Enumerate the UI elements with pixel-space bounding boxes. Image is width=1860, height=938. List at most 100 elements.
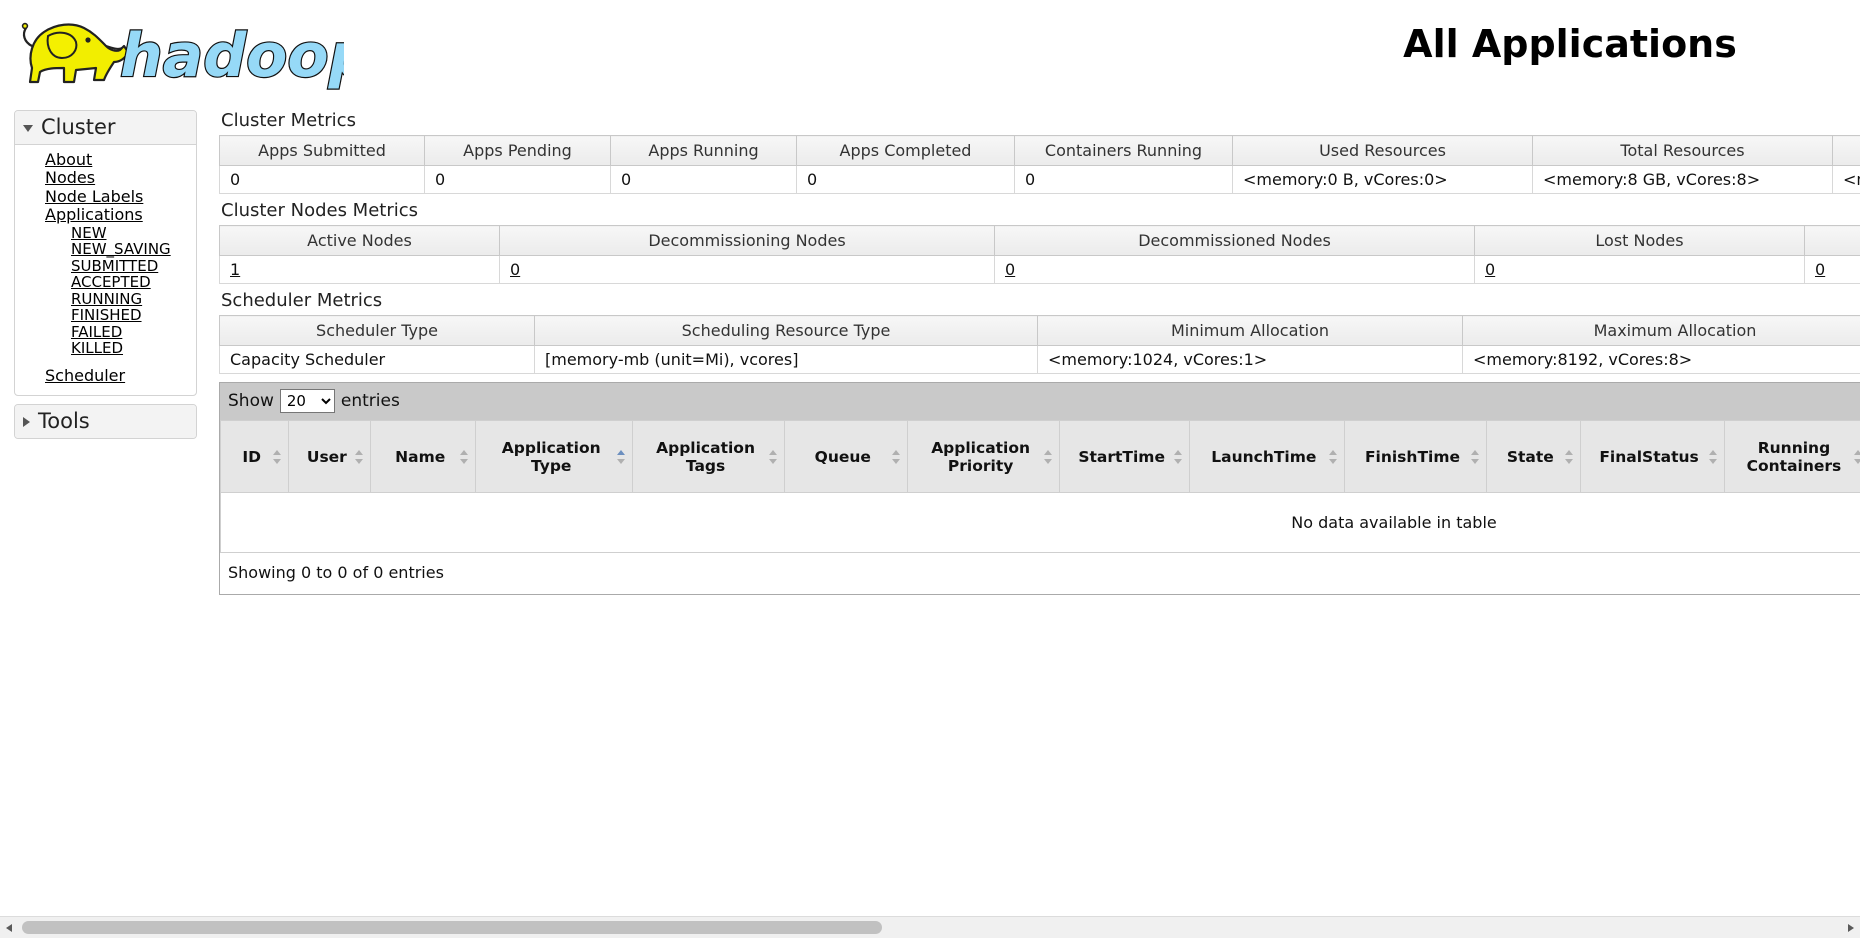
sidebar-item-state-failed[interactable]: FAILED	[15, 324, 196, 341]
sidebar-item-state-submitted[interactable]: SUBMITTED	[15, 258, 196, 275]
link-lost-nodes[interactable]: 0	[1485, 260, 1495, 279]
table-header-row: Active Nodes Decommissioning Nodes Decom…	[219, 225, 1860, 256]
link-decommissioned-nodes[interactable]: 0	[1005, 260, 1015, 279]
sort-icon	[355, 449, 365, 464]
col-starttime[interactable]: StartTime	[1059, 420, 1190, 493]
tools-panel-label: Tools	[38, 409, 90, 434]
col-running-containers[interactable]: Running Containers	[1723, 420, 1860, 493]
sidebar-item-applications[interactable]: Applications	[15, 205, 196, 224]
scrollbar-thumb[interactable]	[22, 921, 882, 934]
col-id[interactable]: ID	[219, 420, 290, 493]
cluster-panel-label: Cluster	[41, 115, 116, 139]
page-title: All Applications	[1403, 22, 1737, 66]
col-label: Name	[395, 447, 446, 466]
cell-minimum-allocation: <memory:1024, vCores:1>	[1037, 345, 1463, 374]
sort-icon	[768, 449, 779, 464]
col-reserved-resources: Reserved Resources	[1832, 135, 1860, 166]
col-application-tags[interactable]: Application Tags	[632, 420, 785, 493]
col-label: FinishTime	[1364, 447, 1460, 466]
sort-icon	[1708, 449, 1719, 464]
col-label: ID	[242, 447, 261, 466]
table-row: Capacity Scheduler [memory-mb (unit=Mi),…	[219, 345, 1860, 374]
col-label: User	[306, 447, 347, 466]
sort-icon	[1173, 449, 1184, 464]
sidebar-item-state-killed[interactable]: KILLED	[15, 340, 196, 357]
col-lost-nodes: Lost Nodes	[1474, 225, 1805, 256]
sidebar-item-state-finished[interactable]: FINISHED	[15, 307, 196, 324]
applications-datatable: Show 20 40 60 80 100 entries	[219, 382, 1860, 595]
cell-decommissioned-nodes: 0	[994, 255, 1475, 284]
scroll-left-button[interactable]	[0, 917, 18, 938]
cluster-panel-body: About Nodes Node Labels Applications NEW…	[15, 145, 196, 395]
col-user[interactable]: User	[288, 420, 372, 493]
sidebar-item-state-new[interactable]: NEW	[15, 225, 196, 242]
col-maximum-allocation: Maximum Allocation	[1462, 315, 1860, 346]
cluster-panel: Cluster About Nodes Node Labels Applicat…	[14, 110, 197, 397]
sort-icon	[460, 449, 470, 464]
col-label: FinalStatus	[1599, 447, 1699, 466]
datatable-length-control: Show 20 40 60 80 100 entries	[220, 383, 1860, 420]
sidebar-item-state-new-saving[interactable]: NEW_SAVING	[15, 241, 196, 258]
col-apps-submitted: Apps Submitted	[219, 135, 425, 166]
cell-active-nodes: 1	[219, 255, 500, 284]
sidebar-item-state-running[interactable]: RUNNING	[15, 291, 196, 308]
chevron-right-icon	[23, 416, 30, 427]
tools-panel: Tools	[14, 404, 197, 440]
cell-maximum-allocation: <memory:8192, vCores:8>	[1462, 345, 1860, 374]
cell-reserved-resources: <memory:0 B, vCores:0>	[1832, 165, 1860, 194]
sidebar-item-scheduler[interactable]: Scheduler	[15, 366, 196, 385]
sort-icon	[1044, 449, 1054, 464]
sort-icon	[1854, 449, 1860, 464]
sidebar-item-state-accepted[interactable]: ACCEPTED	[15, 274, 196, 291]
link-decommissioning-nodes[interactable]: 0	[510, 260, 520, 279]
cluster-panel-header[interactable]: Cluster	[15, 111, 196, 145]
sort-asc-icon	[617, 449, 627, 464]
applications-table: ID User Name Application Type Applicatio…	[219, 420, 1860, 553]
col-finishtime[interactable]: FinishTime	[1343, 420, 1488, 493]
col-label: LaunchTime	[1211, 447, 1317, 466]
cluster-metrics-table: Apps Submitted Apps Pending Apps Running…	[219, 135, 1860, 194]
link-unhealthy-nodes[interactable]: 0	[1815, 260, 1825, 279]
link-active-nodes[interactable]: 1	[230, 260, 240, 279]
col-apps-pending: Apps Pending	[424, 135, 611, 166]
entries-label: entries	[340, 391, 400, 411]
cell-apps-submitted: 0	[219, 165, 425, 194]
col-minimum-allocation: Minimum Allocation	[1037, 315, 1463, 346]
hadoop-logo[interactable]: hadoop	[14, 6, 344, 94]
sidebar-item-nodes[interactable]: Nodes	[15, 168, 196, 187]
entries-per-page-select[interactable]: 20 40 60 80 100	[279, 389, 335, 413]
col-application-priority[interactable]: Application Priority	[906, 420, 1061, 493]
col-scheduling-resource-type: Scheduling Resource Type	[534, 315, 1038, 346]
col-label: Application Tags	[656, 438, 755, 475]
col-label: Application Type	[501, 438, 601, 475]
scroll-right-button[interactable]	[1842, 917, 1860, 938]
col-decommissioning-nodes: Decommissioning Nodes	[499, 225, 995, 256]
col-label: Running Containers	[1746, 438, 1842, 475]
resourcemanager-page: hadoop All Applications Cluster About No…	[0, 0, 1860, 938]
table-row: 1 0 0 0 0 0 0	[219, 255, 1860, 284]
cluster-nodes-metrics-title: Cluster Nodes Metrics	[221, 200, 419, 221]
col-unhealthy-nodes: Unhealthy Nodes	[1804, 225, 1860, 256]
cell-scheduling-resource-type: [memory-mb (unit=Mi), vcores]	[534, 345, 1038, 374]
sidebar-item-about[interactable]: About	[15, 150, 196, 169]
table-header-row: ID User Name Application Type Applicatio…	[219, 420, 1860, 493]
cluster-nodes-metrics-table: Active Nodes Decommissioning Nodes Decom…	[219, 225, 1860, 284]
table-row: 0 0 0 0 0 <memory:0 B, vCores:0> <memory…	[219, 165, 1860, 194]
col-queue[interactable]: Queue	[783, 420, 908, 493]
col-name[interactable]: Name	[370, 420, 477, 493]
chevron-down-icon	[23, 125, 33, 132]
page-header: hadoop All Applications	[0, 0, 1860, 100]
col-decommissioned-nodes: Decommissioned Nodes	[994, 225, 1475, 256]
col-scheduler-type: Scheduler Type	[219, 315, 535, 346]
horizontal-scrollbar[interactable]	[0, 916, 1860, 938]
sidebar-item-node-labels[interactable]: Node Labels	[15, 187, 196, 206]
cell-decommissioning-nodes: 0	[499, 255, 995, 284]
tools-panel-header[interactable]: Tools	[15, 405, 196, 439]
col-state[interactable]: State	[1486, 420, 1581, 493]
col-finalstatus[interactable]: FinalStatus	[1579, 420, 1725, 493]
col-application-type[interactable]: Application Type	[475, 420, 634, 493]
col-launchtime[interactable]: LaunchTime	[1188, 420, 1345, 493]
cell-total-resources: <memory:8 GB, vCores:8>	[1532, 165, 1833, 194]
page-content: hadoop All Applications Cluster About No…	[0, 0, 1860, 916]
chevron-left-icon	[6, 923, 12, 932]
